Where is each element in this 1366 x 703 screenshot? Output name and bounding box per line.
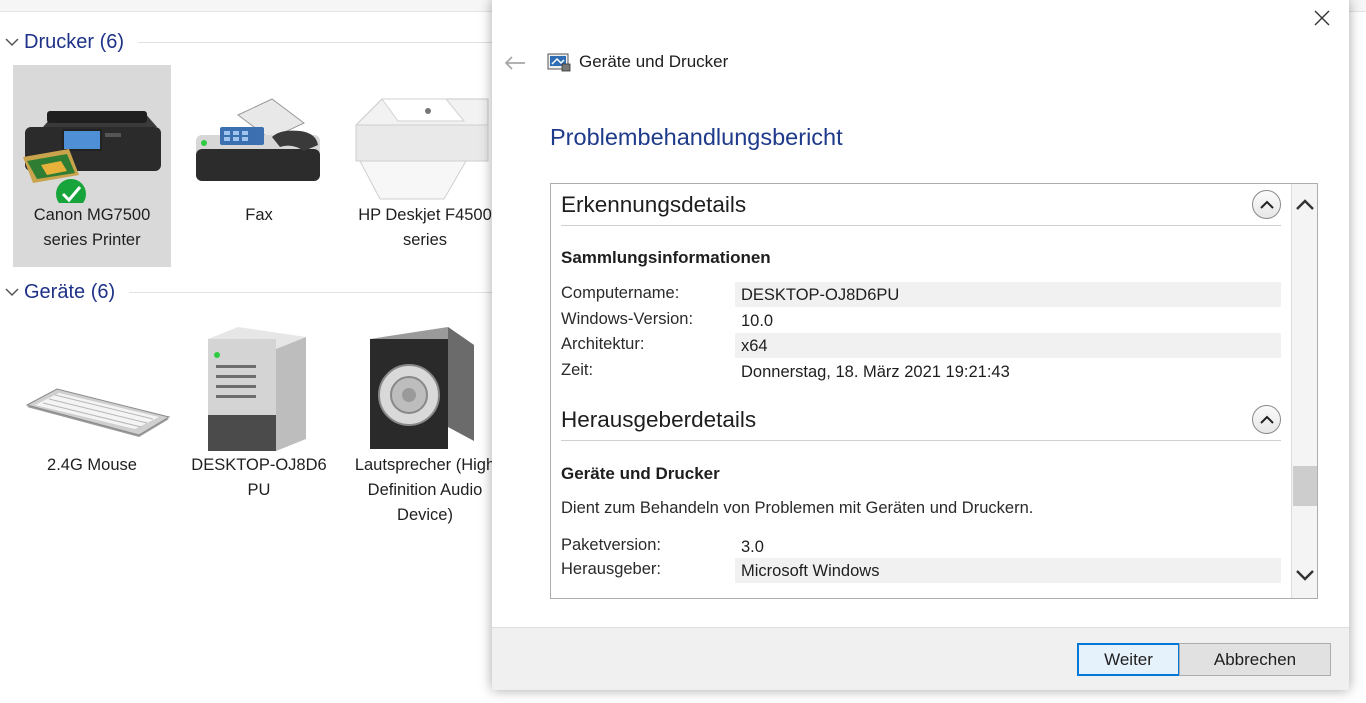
section-subtitle: Sammlungsinformationen [561,248,771,267]
device-tile-canon-printer[interactable]: Canon MG7500 series Printer [13,65,171,267]
troubleshooter-dialog: Geräte und Drucker Problembehandlungsber… [492,0,1349,690]
group-header-devices[interactable]: Geräte (6) [0,277,500,307]
info-row-package-version: Paketversion: 3.0 [561,534,1281,559]
computer-tower-icon [180,315,338,453]
info-row-windows-version: Windows-Version: 10.0 [561,308,1281,333]
info-row-computername: Computername: DESKTOP-OJ8D6PU [561,282,1281,307]
info-key: Zeit: [561,361,594,379]
chevron-up-icon [1296,199,1314,210]
section-header-publisher: Herausgeberdetails [561,399,1281,441]
scroll-up-button[interactable] [1292,190,1317,220]
device-label: 2.4G Mouse [47,456,137,474]
device-tile-fax[interactable]: Fax [180,65,338,267]
group-divider [138,41,500,43]
device-label: Fax [245,206,273,224]
section-subtitle: Geräte und Drucker [561,464,720,483]
section-title: Erkennungsdetails [561,192,747,217]
device-tile-desktop[interactable]: DESKTOP-OJ8D6 PU [180,315,338,517]
back-button[interactable] [500,50,530,76]
info-value: x64 [735,333,1281,358]
info-value: Microsoft Windows [735,558,1281,583]
close-button[interactable] [1302,3,1342,33]
section-description: Dient zum Behandeln von Problemen mit Ge… [561,499,1034,517]
group-header-printers[interactable]: Drucker (6) [0,27,500,57]
device-tile-speaker[interactable]: Lautsprecher (High Definition Audio Devi… [346,315,504,524]
keyboard-icon [13,315,171,453]
collapse-button[interactable] [1252,190,1281,219]
info-value: 3.0 [741,538,764,556]
info-key: Computername: [561,284,680,302]
report-heading: Problembehandlungsbericht [550,124,843,150]
info-value: DESKTOP-OJ8D6PU [735,282,1281,307]
close-icon [1314,10,1330,26]
scroll-thumb[interactable] [1293,466,1317,506]
chevron-up-icon [1259,200,1274,209]
report-panel[interactable]: Erkennungsdetails Sammlungsinformationen… [550,183,1318,599]
info-row-architecture: Architektur: x64 [561,333,1281,358]
chevron-down-icon [1296,570,1314,581]
scroll-down-button[interactable] [1292,560,1317,590]
printer-icon [346,65,504,203]
info-key: Paketversion: [561,536,661,554]
device-label: HP Deskjet F4500 series [358,206,492,249]
chevron-down-icon [0,277,24,307]
vertical-scrollbar[interactable] [1291,184,1317,598]
back-arrow-icon [504,56,525,70]
info-key: Windows-Version: [561,310,694,328]
speaker-icon [346,315,504,453]
dialog-footer: Weiter Abbrechen [492,627,1349,690]
next-button[interactable]: Weiter [1077,643,1180,676]
info-value: Donnerstag, 18. März 2021 19:21:43 [741,363,1010,381]
fax-icon [180,65,338,203]
info-row-time: Zeit: Donnerstag, 18. März 2021 19:21:43 [561,359,1281,384]
info-row-publisher: Herausgeber: Microsoft Windows [561,558,1281,583]
info-value: 10.0 [741,312,774,330]
chevron-up-icon [1259,415,1274,424]
printer-icon [13,65,171,209]
info-key: Herausgeber: [561,560,661,578]
group-title-devices: Geräte (6) [24,280,116,303]
device-label: DESKTOP-OJ8D6 PU [191,456,327,499]
section-title: Herausgeberdetails [561,407,757,432]
device-label: Canon MG7500 series Printer [33,206,151,249]
chevron-down-icon [0,27,24,57]
group-divider [129,291,500,293]
dialog-window-title: Geräte und Drucker [579,52,729,71]
collapse-button[interactable] [1252,405,1281,434]
device-tile-mouse[interactable]: 2.4G Mouse [13,315,171,517]
group-title-printers: Drucker (6) [24,30,125,53]
devices-and-printers-icon [547,52,571,72]
info-key: Architektur: [561,335,645,353]
report-content: Erkennungsdetails Sammlungsinformationen… [551,184,1291,598]
section-header-detection: Erkennungsdetails [561,184,1281,226]
device-label: Lautsprecher (High Definition Audio Devi… [354,456,496,524]
device-tile-hp-deskjet[interactable]: HP Deskjet F4500 series [346,65,504,267]
cancel-button[interactable]: Abbrechen [1179,643,1331,676]
